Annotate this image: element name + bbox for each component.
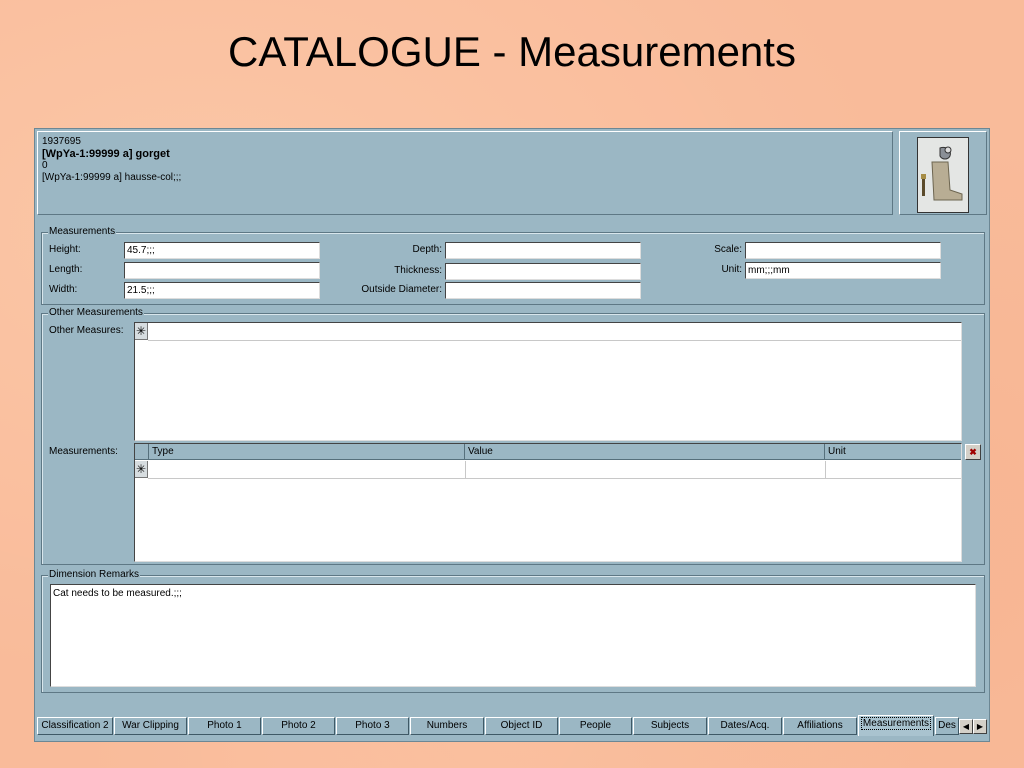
tab-des[interactable]: Des <box>935 717 959 735</box>
depth-field[interactable] <box>445 242 641 259</box>
measurements-legend: Measurements <box>48 226 117 238</box>
other-measurements-group: Other Measurements Other Measures: ✳ Mea… <box>41 307 985 565</box>
width-field[interactable]: 21.5;;; <box>124 282 320 299</box>
tab-dates-acq[interactable]: Dates/Acq. <box>708 717 782 735</box>
tab-classification-2[interactable]: Classification 2 <box>37 717 113 735</box>
tab-scroll-right-icon[interactable]: ▶ <box>973 719 987 734</box>
unit-label: Unit: <box>721 264 742 275</box>
thumbnail-frame <box>899 131 987 215</box>
width-label: Width: <box>49 284 78 295</box>
tab-measurements[interactable]: Measurements <box>858 715 934 736</box>
new-row-icon[interactable]: ✳ <box>135 461 148 478</box>
tab-subjects[interactable]: Subjects <box>633 717 707 735</box>
outside-diameter-field[interactable] <box>445 282 641 299</box>
record-header: 1937695 [WpYa-1:99999 a] gorget 0 [WpYa-… <box>37 131 893 215</box>
object-thumbnail[interactable] <box>917 137 969 213</box>
scale-field[interactable] <box>745 242 941 259</box>
delete-row-icon[interactable]: ✖ <box>965 444 981 460</box>
scale-label: Scale: <box>714 244 742 255</box>
dimension-remarks-field[interactable]: Cat needs to be measured.;;; <box>50 584 976 687</box>
record-count: 0 <box>42 160 48 171</box>
dimension-remarks-group: Dimension Remarks Cat needs to be measur… <box>41 569 985 693</box>
other-measures-grid[interactable]: ✳ <box>134 322 962 441</box>
length-field[interactable] <box>124 262 320 279</box>
catalogue-window: 1937695 [WpYa-1:99999 a] gorget 0 [WpYa-… <box>34 128 990 742</box>
measurements-table[interactable]: Type Value Unit ✳ <box>134 443 962 562</box>
record-alt-name: [WpYa-1:99999 a] hausse-col;;; <box>42 172 182 183</box>
column-header-value[interactable]: Value <box>465 444 825 460</box>
grid-row-divider <box>148 340 961 341</box>
tab-people[interactable]: People <box>559 717 632 735</box>
length-label: Length: <box>49 264 83 275</box>
height-field[interactable]: 45.7;;; <box>124 242 320 259</box>
tab-photo-2[interactable]: Photo 2 <box>262 717 335 735</box>
tab-photo-1[interactable]: Photo 1 <box>188 717 261 735</box>
new-row-icon[interactable]: ✳ <box>135 323 148 340</box>
measurements-table-label: Measurements: <box>49 446 118 457</box>
record-title: [WpYa-1:99999 a] gorget <box>42 148 170 160</box>
tab-bar: Classification 2 War Clipping Photo 1 Ph… <box>37 715 987 737</box>
column-header-unit[interactable]: Unit <box>825 444 961 460</box>
cell-divider <box>465 461 466 478</box>
gorget-image-icon <box>918 138 968 212</box>
cell-divider <box>825 461 826 478</box>
other-measures-label: Other Measures: <box>49 325 124 336</box>
slide-title: CATALOGUE - Measurements <box>228 28 796 75</box>
tab-war-clipping[interactable]: War Clipping <box>114 717 187 735</box>
tab-affiliations[interactable]: Affiliations <box>783 717 857 735</box>
measurements-group: Measurements Height: 45.7;;; Length: Wid… <box>41 226 985 305</box>
thickness-field[interactable] <box>445 263 641 280</box>
other-measurements-legend: Other Measurements <box>48 307 144 319</box>
thickness-label: Thickness: <box>394 265 442 276</box>
outside-diameter-label: Outside Diameter: <box>361 284 442 295</box>
dimension-remarks-legend: Dimension Remarks <box>48 569 141 581</box>
grid-row-divider <box>148 478 961 479</box>
record-id: 1937695 <box>42 136 81 147</box>
unit-field[interactable]: mm;;;mm <box>745 262 941 279</box>
tab-scroll-left-icon[interactable]: ◀ <box>959 719 973 734</box>
tab-numbers[interactable]: Numbers <box>410 717 484 735</box>
tab-object-id[interactable]: Object ID <box>485 717 558 735</box>
tab-photo-3[interactable]: Photo 3 <box>336 717 409 735</box>
depth-label: Depth: <box>412 244 442 255</box>
column-header-type[interactable]: Type <box>149 444 465 460</box>
height-label: Height: <box>49 244 81 255</box>
row-header-corner <box>135 444 149 460</box>
